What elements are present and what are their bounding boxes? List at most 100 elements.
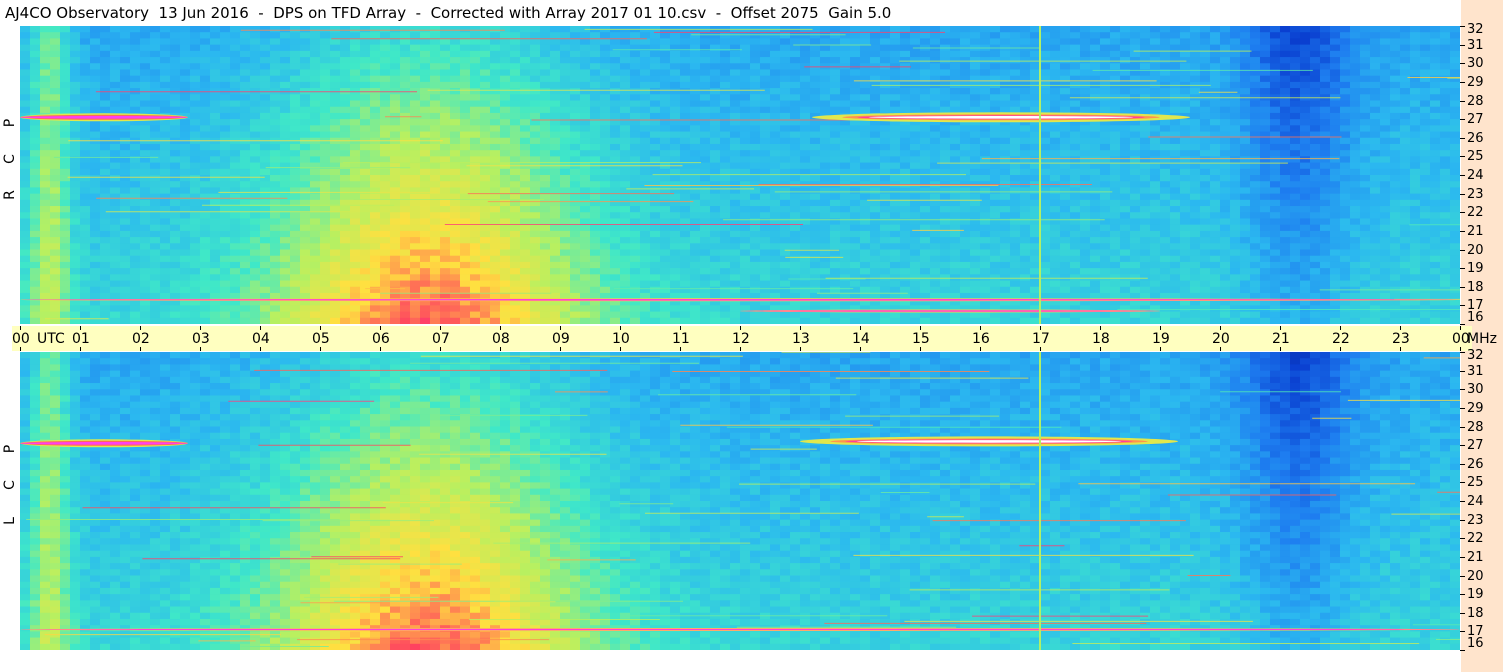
- signal-feature: [812, 112, 1190, 123]
- polarization-letter: C: [2, 154, 18, 165]
- mhz-tick: [1460, 352, 1465, 353]
- utc-tick: [1460, 347, 1461, 351]
- mhz-unit-label: MHz: [1467, 331, 1497, 347]
- utc-tick: [1400, 347, 1401, 351]
- utc-tick: [800, 326, 801, 330]
- utc-tick: [1340, 326, 1341, 330]
- utc-tick-label: 16: [972, 331, 990, 347]
- utc-tick: [980, 347, 981, 351]
- mhz-tick-label: 20: [1467, 569, 1484, 584]
- utc-tick: [920, 326, 921, 330]
- mhz-tick: [1460, 445, 1465, 446]
- mhz-tick-label: 26: [1467, 457, 1484, 472]
- mhz-tick-label: 25: [1467, 149, 1484, 164]
- utc-tick-label: 00: [12, 331, 30, 347]
- utc-tick-label: 07: [432, 331, 450, 347]
- signal-feature: [20, 628, 1460, 631]
- utc-tick-label: 14: [852, 331, 870, 347]
- mhz-tick-label: 18: [1467, 280, 1484, 295]
- mhz-tick-label: 22: [1467, 205, 1484, 220]
- mhz-tick-label: 26: [1467, 131, 1484, 146]
- utc-tick-label: 12: [732, 331, 750, 347]
- utc-tick: [320, 326, 321, 330]
- mhz-tick-label: 23: [1467, 513, 1484, 528]
- utc-tick: [560, 347, 561, 351]
- utc-tick-label: 03: [192, 331, 210, 347]
- utc-tick: [1340, 347, 1341, 351]
- mhz-tick: [1460, 63, 1465, 64]
- polarization-letter: P: [2, 444, 18, 454]
- mhz-tick: [1460, 520, 1465, 521]
- mhz-tick-label: 31: [1467, 364, 1484, 379]
- mhz-tick-label: 19: [1467, 261, 1484, 276]
- mhz-tick-label: 30: [1467, 382, 1484, 397]
- mhz-tick: [1460, 45, 1465, 46]
- mhz-tick: [1460, 324, 1465, 325]
- mhz-tick-label: 24: [1467, 494, 1484, 509]
- utc-tick-label: 10: [612, 331, 630, 347]
- utc-tick-label: 22: [1332, 331, 1350, 347]
- mhz-tick: [1460, 501, 1465, 502]
- mhz-tick: [1460, 194, 1465, 195]
- mhz-tick-label: 21: [1467, 550, 1484, 565]
- utc-tick: [800, 347, 801, 351]
- mhz-tick-label: 32: [1467, 348, 1484, 363]
- mhz-tick: [1460, 594, 1465, 595]
- mhz-tick: [1460, 389, 1465, 390]
- mhz-tick-label: 28: [1467, 94, 1484, 109]
- utc-tick: [200, 347, 201, 351]
- mhz-tick-label: 17: [1467, 624, 1484, 639]
- utc-tick: [920, 347, 921, 351]
- mhz-tick-label: 20: [1467, 243, 1484, 258]
- spectrogram-svg: [20, 26, 1460, 324]
- utc-tick: [20, 347, 21, 351]
- mhz-tick: [1460, 427, 1465, 428]
- utc-tick: [1040, 347, 1041, 351]
- mhz-tick: [1460, 631, 1465, 632]
- mhz-tick: [1460, 371, 1465, 372]
- utc-tick: [140, 347, 141, 351]
- signal-feature: [20, 113, 188, 122]
- utc-tick: [500, 347, 501, 351]
- utc-tick: [1220, 326, 1221, 330]
- mhz-tick-label: 31: [1467, 38, 1484, 53]
- utc-tick: [380, 347, 381, 351]
- mhz-tick-label: 18: [1467, 606, 1484, 621]
- mhz-tick: [1460, 138, 1465, 139]
- utc-tick-label: 20: [1212, 331, 1230, 347]
- utc-tick: [320, 347, 321, 351]
- utc-tick: [560, 326, 561, 330]
- utc-tick: [1280, 326, 1281, 330]
- mhz-tick-label: 25: [1467, 475, 1484, 490]
- mhz-tick: [1460, 305, 1465, 306]
- utc-tick: [80, 326, 81, 330]
- utc-tick: [620, 347, 621, 351]
- mhz-tick-label: 17: [1467, 298, 1484, 313]
- spectrogram-svg: [20, 352, 1460, 650]
- utc-tick: [1400, 326, 1401, 330]
- utc-tick: [20, 326, 21, 330]
- utc-tick: [1100, 347, 1101, 351]
- utc-tick-label: 06: [372, 331, 390, 347]
- utc-tick-label: 02: [132, 331, 150, 347]
- utc-tick-label: 19: [1152, 331, 1170, 347]
- lcp-spectrogram: [20, 352, 1460, 650]
- utc-tick-label: 09: [552, 331, 570, 347]
- signal-feature: [20, 298, 1460, 302]
- chart-title: AJ4CO Observatory 13 Jun 2016 - DPS on T…: [5, 4, 892, 22]
- utc-tick: [740, 326, 741, 330]
- mhz-tick-label: 32: [1467, 22, 1484, 37]
- utc-tick-label: 08: [492, 331, 510, 347]
- utc-tick-label: 04: [252, 331, 270, 347]
- utc-tick: [1040, 326, 1041, 330]
- utc-tick: [440, 326, 441, 330]
- utc-tick: [380, 326, 381, 330]
- mhz-tick-label: 30: [1467, 56, 1484, 71]
- utc-tick: [440, 347, 441, 351]
- mhz-tick: [1460, 464, 1465, 465]
- mhz-tick: [1460, 175, 1465, 176]
- utc-tick: [860, 326, 861, 330]
- mhz-tick-label: 29: [1467, 75, 1484, 90]
- utc-tick-label: 21: [1272, 331, 1290, 347]
- mhz-tick: [1460, 576, 1465, 577]
